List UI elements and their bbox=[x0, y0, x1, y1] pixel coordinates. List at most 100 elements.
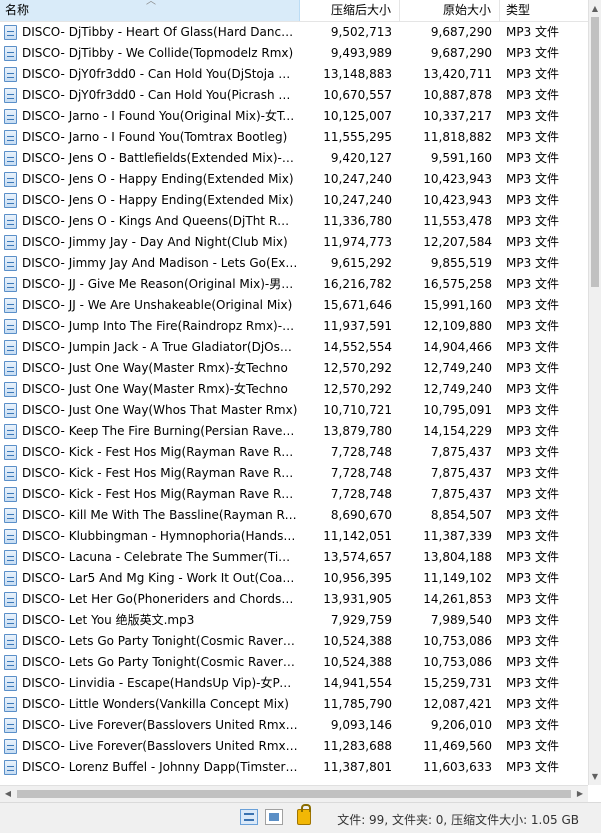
mp3-file-icon bbox=[4, 67, 17, 82]
file-name-cell: DISCO- Jens O - Happy Ending(Extended Mi… bbox=[0, 190, 300, 211]
table-row[interactable]: DISCO- Live Forever(Basslovers United Rm… bbox=[0, 736, 588, 757]
compressed-size-cell: 16,216,782 bbox=[323, 277, 392, 291]
scroll-up-arrow-icon[interactable]: ▲ bbox=[589, 0, 601, 17]
table-row[interactable]: DISCO- DjY0fr3dd0 - Can Hold You(DjStoja… bbox=[0, 64, 588, 85]
table-row[interactable]: DISCO- Little Wonders(Vankilla Concept M… bbox=[0, 694, 588, 715]
table-row[interactable]: DISCO- Jens O - Battlefields(Extended Mi… bbox=[0, 148, 588, 169]
file-name-cell: DISCO- Jarno - I Found You(Tomtrax Bootl… bbox=[0, 127, 300, 148]
file-name: DISCO- Klubbingman - Hymnophoria(HandsUp… bbox=[22, 529, 298, 543]
table-row[interactable]: DISCO- Jens O - Happy Ending(Extended Mi… bbox=[0, 169, 588, 190]
file-type-cell: MP3 文件 bbox=[506, 130, 560, 144]
table-row[interactable]: DISCO- DjTibby - We Collide(Topmodelz Rm… bbox=[0, 43, 588, 64]
table-row[interactable]: DISCO- Linvidia - Escape(HandsUp Vip)-女P… bbox=[0, 673, 588, 694]
mp3-file-icon bbox=[4, 613, 17, 628]
table-row[interactable]: DISCO- Kick - Fest Hos Mig(Rayman Rave R… bbox=[0, 463, 588, 484]
table-row[interactable]: DISCO- Lets Go Party Tonight(Cosmic Rave… bbox=[0, 631, 588, 652]
scroll-down-arrow-icon[interactable]: ▼ bbox=[589, 768, 601, 785]
vertical-scrollbar[interactable]: ▲ ▼ bbox=[588, 0, 601, 785]
file-name-cell: DISCO- Klubbingman - Hymnophoria(HandsUp… bbox=[0, 526, 300, 547]
column-header-original[interactable]: 原始大小 bbox=[400, 0, 500, 21]
file-name: DISCO- Jump Into The Fire(Raindropz Rmx)… bbox=[22, 319, 298, 333]
compressed-size-cell: 11,974,773 bbox=[323, 235, 392, 249]
original-size-cell: 12,749,240 bbox=[423, 382, 492, 396]
table-row[interactable]: DISCO- Jens O - Happy Ending(Extended Mi… bbox=[0, 190, 588, 211]
compressed-size-cell: 10,247,240 bbox=[323, 193, 392, 207]
table-row[interactable]: DISCO- Just One Way(Master Rmx)-女Techno 1… bbox=[0, 379, 588, 400]
file-name-cell: DISCO- JJ - We Are Unshakeable(Original … bbox=[0, 295, 300, 316]
table-row[interactable]: DISCO- Jarno - I Found You(Original Mix)… bbox=[0, 106, 588, 127]
table-row[interactable]: DISCO- Let Her Go(Phoneriders and Chords… bbox=[0, 589, 588, 610]
table-row[interactable]: DISCO- Kill Me With The Bassline(Rayman … bbox=[0, 505, 588, 526]
table-row[interactable]: DISCO- Lets Go Party Tonight(Cosmic Rave… bbox=[0, 652, 588, 673]
original-size-cell: 11,603,633 bbox=[423, 760, 492, 774]
file-type-cell: MP3 文件 bbox=[506, 676, 560, 690]
table-row[interactable]: DISCO- Jump Into The Fire(Raindropz Rmx)… bbox=[0, 316, 588, 337]
table-row[interactable]: DISCO- Jimmy Jay And Madison - Lets Go(E… bbox=[0, 253, 588, 274]
table-row[interactable]: DISCO- Keep The Fire Burning(Persian Rav… bbox=[0, 421, 588, 442]
file-name: DISCO- Lar5 And Mg King - Work It Out(Co… bbox=[22, 571, 298, 585]
mp3-file-icon bbox=[4, 739, 17, 754]
table-row[interactable]: DISCO- JJ - Give Me Reason(Original Mix)… bbox=[0, 274, 588, 295]
original-size-cell: 8,854,507 bbox=[430, 508, 492, 522]
thumbnail-view-icon[interactable] bbox=[265, 809, 283, 825]
compressed-size-cell: 11,283,688 bbox=[323, 739, 392, 753]
file-name: DISCO- Jimmy Jay - Day And Night(Club Mi… bbox=[22, 235, 288, 249]
file-type-cell: MP3 文件 bbox=[506, 214, 560, 228]
table-row[interactable]: DISCO- Jens O - Kings And Queens(DjTht R… bbox=[0, 211, 588, 232]
mp3-file-icon bbox=[4, 256, 17, 271]
original-size-cell: 9,855,519 bbox=[430, 256, 492, 270]
file-name-cell: DISCO- Jarno - I Found You(Original Mix)… bbox=[0, 106, 300, 127]
column-header-type[interactable]: 类型 bbox=[500, 0, 588, 21]
table-row[interactable]: DISCO- Lacuna - Celebrate The Summer(Tim… bbox=[0, 547, 588, 568]
compressed-size-cell: 11,387,801 bbox=[323, 760, 392, 774]
table-row[interactable]: DISCO- Jarno - I Found You(Tomtrax Bootl… bbox=[0, 127, 588, 148]
file-name: DISCO- Kill Me With The Bassline(Rayman … bbox=[22, 508, 298, 522]
file-name: DISCO- DjY0fr3dd0 - Can Hold You(DjStoja… bbox=[22, 67, 298, 81]
table-row[interactable]: DISCO- Lorenz Buffel - Johnny Dapp(Timst… bbox=[0, 757, 588, 778]
table-row[interactable]: DISCO- DjTibby - Heart Of Glass(Hard Dan… bbox=[0, 22, 588, 43]
table-row[interactable]: DISCO- Just One Way(Whos That Master Rmx… bbox=[0, 400, 588, 421]
mp3-file-icon bbox=[4, 46, 17, 61]
file-name-cell: DISCO- Lar5 And Mg King - Work It Out(Co… bbox=[0, 568, 300, 589]
table-row[interactable]: DISCO- Jimmy Jay - Day And Night(Club Mi… bbox=[0, 232, 588, 253]
file-type-cell: MP3 文件 bbox=[506, 655, 560, 669]
table-row[interactable]: DISCO- Lar5 And Mg King - Work It Out(Co… bbox=[0, 568, 588, 589]
table-row[interactable]: DISCO- Kick - Fest Hos Mig(Rayman Rave R… bbox=[0, 442, 588, 463]
table-row[interactable]: DISCO- Kick - Fest Hos Mig(Rayman Rave R… bbox=[0, 484, 588, 505]
file-type-cell: MP3 文件 bbox=[506, 487, 560, 501]
file-name: DISCO- DjTibby - We Collide(Topmodelz Rm… bbox=[22, 46, 294, 60]
table-row[interactable]: DISCO- Jumpin Jack - A True Gladiator(Dj… bbox=[0, 337, 588, 358]
column-header-name[interactable]: 名称 ︿ bbox=[0, 0, 300, 21]
mp3-file-icon bbox=[4, 529, 17, 544]
file-name: DISCO- Jumpin Jack - A True Gladiator(Dj… bbox=[22, 340, 298, 354]
compressed-size-cell: 11,555,295 bbox=[323, 130, 392, 144]
horizontal-scrollbar-thumb[interactable] bbox=[17, 790, 571, 798]
file-type-cell: MP3 文件 bbox=[506, 361, 560, 375]
scroll-left-arrow-icon[interactable]: ◀ bbox=[0, 786, 16, 802]
original-size-cell: 16,575,258 bbox=[423, 277, 492, 291]
mp3-file-icon bbox=[4, 424, 17, 439]
table-row[interactable]: DISCO- Let You 绝版英文.mp3 7,929,759 7,989,54… bbox=[0, 610, 588, 631]
vertical-scrollbar-thumb[interactable] bbox=[591, 17, 599, 287]
file-name-cell: DISCO- Jumpin Jack - A True Gladiator(Dj… bbox=[0, 337, 300, 358]
table-row[interactable]: DISCO- Klubbingman - Hymnophoria(HandsUp… bbox=[0, 526, 588, 547]
mp3-file-icon bbox=[4, 382, 17, 397]
mp3-file-icon bbox=[4, 403, 17, 418]
file-type-cell: MP3 文件 bbox=[506, 277, 560, 291]
table-row[interactable]: DISCO- JJ - We Are Unshakeable(Original … bbox=[0, 295, 588, 316]
file-name: DISCO- Live Forever(Basslovers United Rm… bbox=[22, 739, 298, 753]
details-view-icon[interactable] bbox=[240, 809, 258, 825]
table-row[interactable]: DISCO- Just One Way(Master Rmx)-女Techno 1… bbox=[0, 358, 588, 379]
table-row[interactable]: DISCO- DjY0fr3dd0 - Can Hold You(Picrash… bbox=[0, 85, 588, 106]
scroll-right-arrow-icon[interactable]: ▶ bbox=[572, 786, 588, 802]
table-row[interactable]: DISCO- Live Forever(Basslovers United Rm… bbox=[0, 715, 588, 736]
compressed-size-cell: 8,690,670 bbox=[330, 508, 392, 522]
column-header: 名称 ︿ 压缩后大小 原始大小 类型 bbox=[0, 0, 588, 22]
column-header-compressed[interactable]: 压缩后大小 bbox=[300, 0, 400, 21]
original-size-cell: 11,387,339 bbox=[423, 529, 492, 543]
mp3-file-icon bbox=[4, 214, 17, 229]
file-type-cell: MP3 文件 bbox=[506, 571, 560, 585]
file-type-cell: MP3 文件 bbox=[506, 592, 560, 606]
horizontal-scrollbar[interactable]: ◀ ▶ bbox=[0, 785, 588, 802]
compressed-size-cell: 9,093,146 bbox=[330, 718, 392, 732]
